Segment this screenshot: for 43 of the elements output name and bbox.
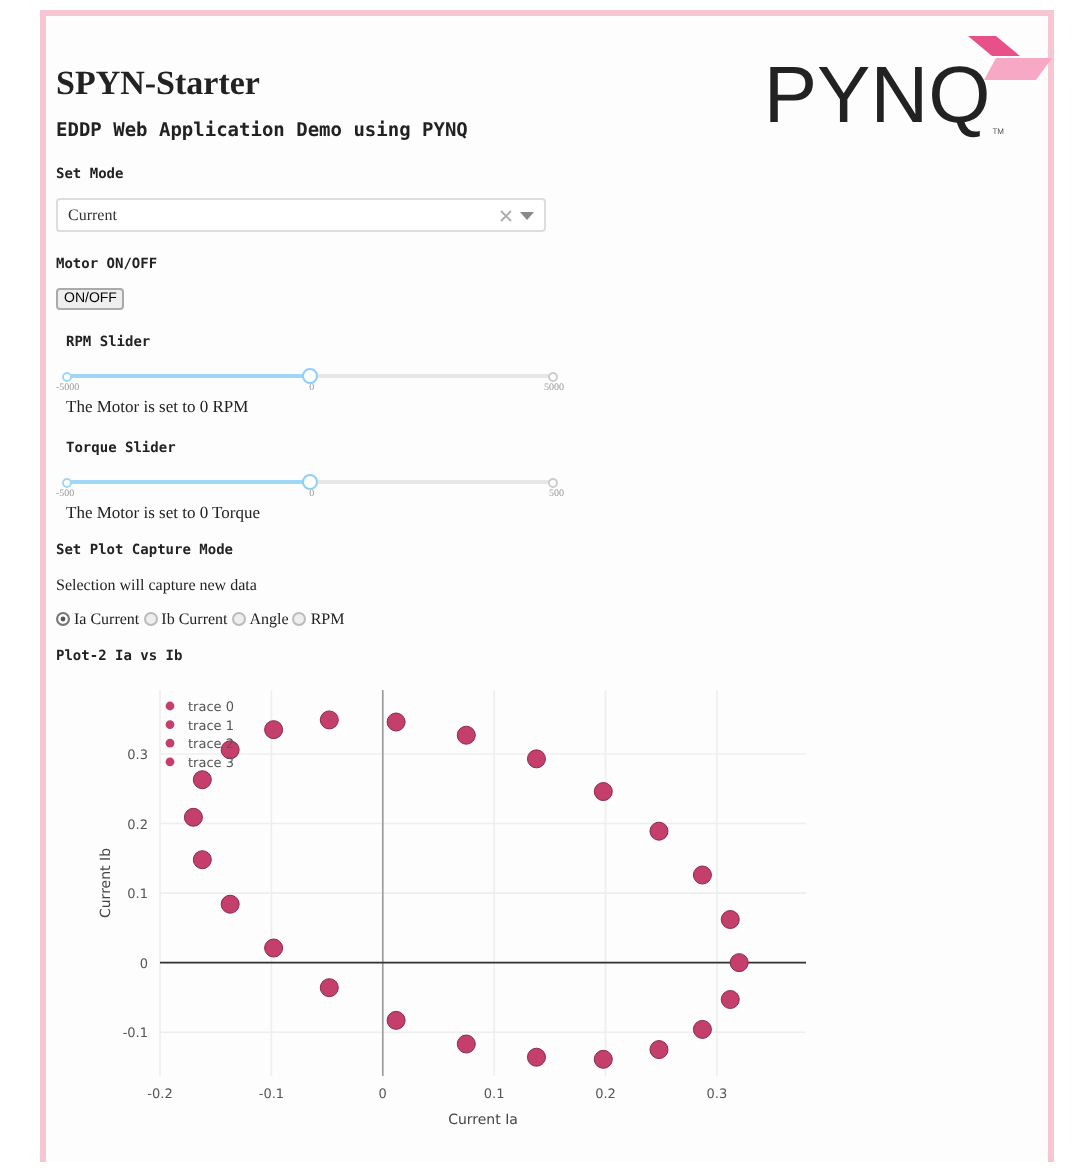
page-title: SPYN-Starter <box>56 64 262 104</box>
clear-icon[interactable] <box>500 209 512 221</box>
data-point <box>220 894 240 914</box>
data-point <box>593 1049 613 1069</box>
logo-text: PYNQ <box>763 56 991 136</box>
data-point <box>319 978 339 998</box>
data-point <box>729 953 749 973</box>
radio-button[interactable] <box>231 612 246 626</box>
data-point <box>456 1034 476 1054</box>
data-point <box>593 782 613 802</box>
slider-reading: The Motor is set to 0 RPM <box>66 396 251 416</box>
radio-option[interactable]: Ia Current <box>56 610 140 628</box>
slider-thumb[interactable] <box>302 367 318 383</box>
data-point <box>649 821 669 841</box>
radio-option[interactable]: Angle <box>231 610 289 628</box>
capture-note: Selection will capture new data <box>56 576 259 594</box>
data-point <box>264 938 284 958</box>
slider-thumb[interactable] <box>302 473 318 489</box>
radio-option[interactable]: Ib Current <box>143 610 228 628</box>
radio-option[interactable]: RPM <box>292 610 345 628</box>
data-point <box>456 725 476 745</box>
radio-button[interactable] <box>292 612 307 626</box>
data-point <box>526 1047 546 1067</box>
caret-icon[interactable] <box>520 211 534 219</box>
page-subtitle: EDDP Web Application Demo using PYNQ <box>56 120 468 142</box>
data-point <box>220 740 240 760</box>
data-point <box>649 1040 669 1060</box>
data-point <box>264 720 284 740</box>
slider-reading: The Motor is set to 0 Torque <box>66 502 262 522</box>
data-point <box>319 710 339 730</box>
data-point <box>386 1010 406 1030</box>
data-point <box>720 910 740 929</box>
mode-dropdown[interactable]: Current <box>56 198 546 232</box>
data-point <box>692 865 712 885</box>
data-point <box>192 770 212 790</box>
radio-button[interactable] <box>143 612 158 626</box>
data-point <box>386 712 406 732</box>
radio-button[interactable] <box>56 612 70 626</box>
data-point <box>192 850 212 870</box>
data-point <box>183 807 203 827</box>
data-point <box>692 1019 712 1039</box>
data-point <box>720 990 740 1009</box>
data-point <box>526 749 546 769</box>
